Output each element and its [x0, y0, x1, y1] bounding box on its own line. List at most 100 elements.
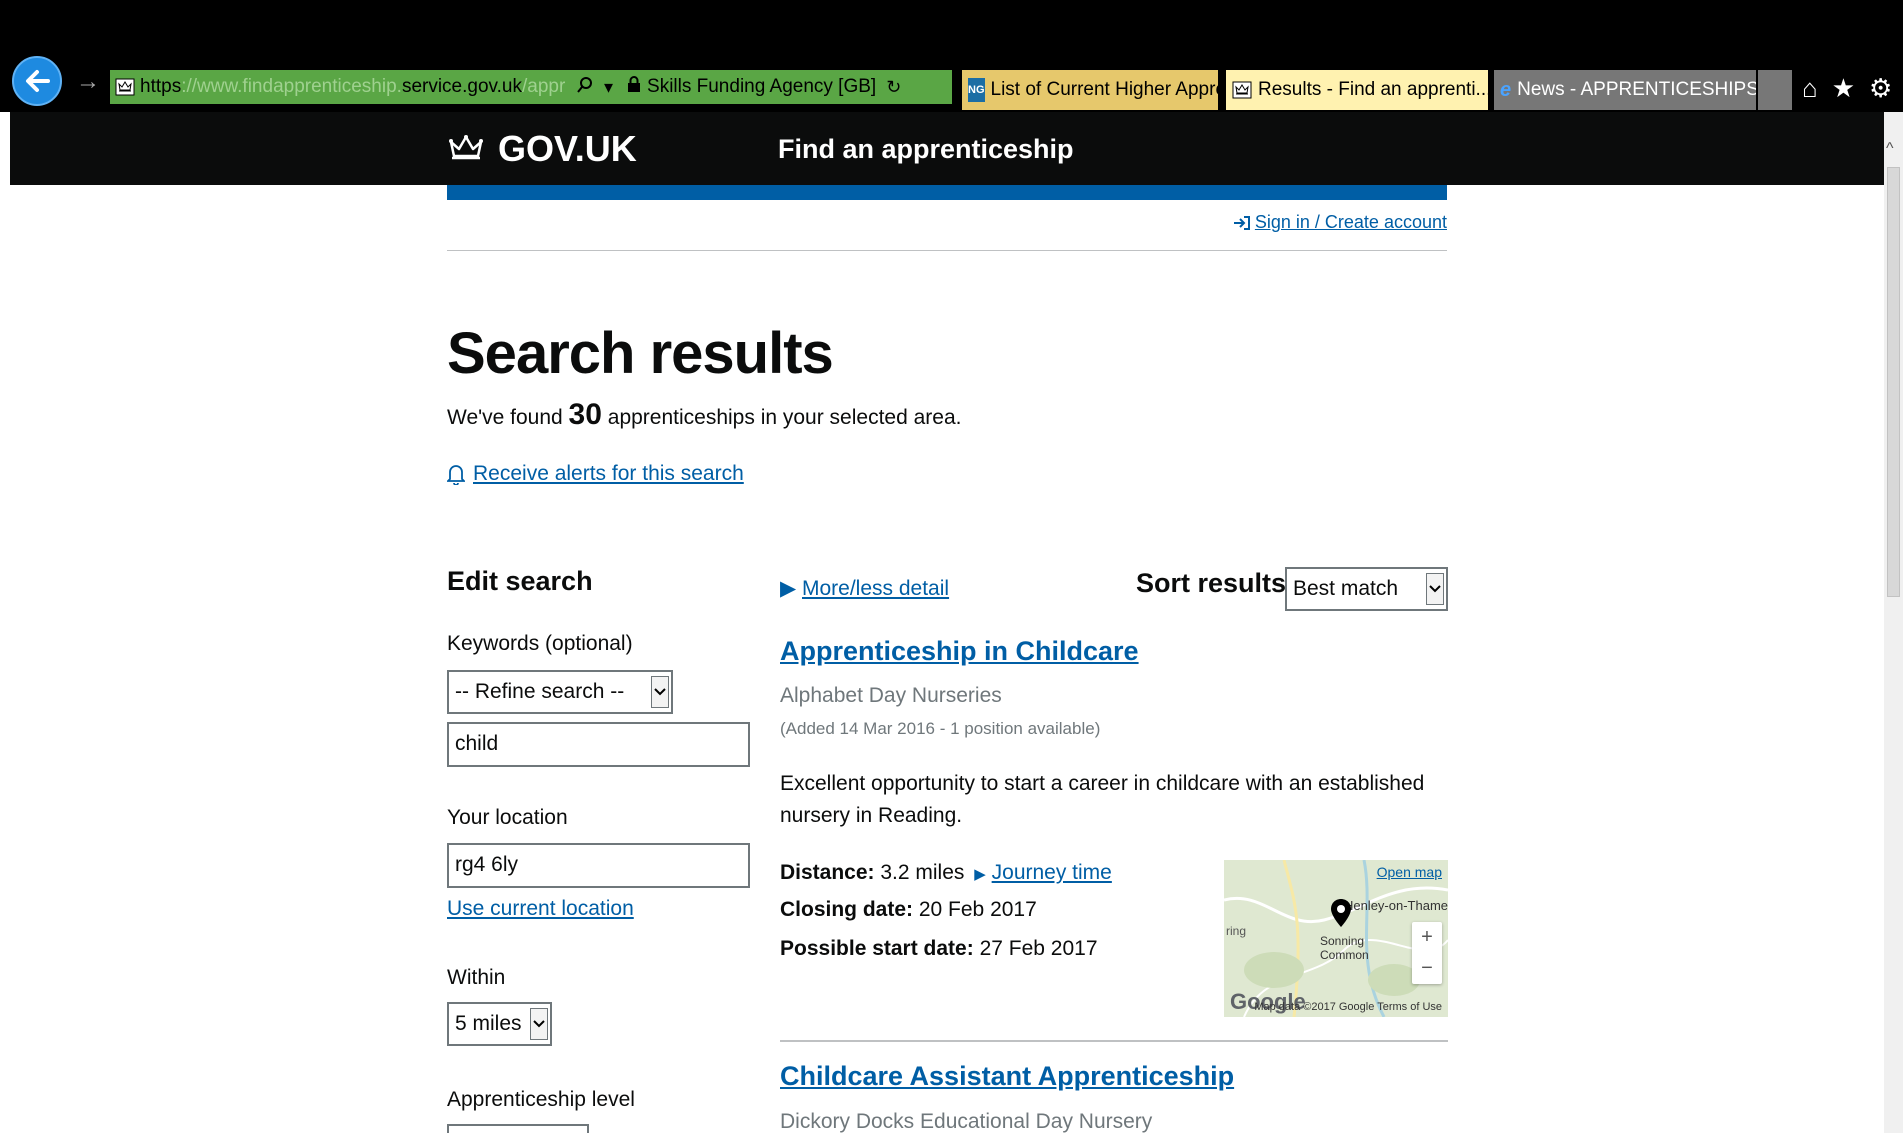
url-scheme: https [140, 76, 182, 97]
forward-button[interactable]: → [76, 70, 100, 94]
new-tab-button[interactable] [1758, 70, 1792, 110]
within-selected: 5 miles [455, 1012, 522, 1035]
found-count: 30 [568, 398, 602, 431]
result-map[interactable]: Open map Henley-on-Thame ring Sonning Com… [1224, 860, 1448, 1017]
map-attribution[interactable]: Map data ©2017 Google Terms of Use [1254, 1001, 1442, 1013]
edit-search-heading: Edit search [447, 566, 593, 596]
chevron-down-icon [1426, 573, 1444, 605]
level-label: Apprenticeship level [447, 1088, 635, 1111]
signin-link[interactable]: Sign in / Create account [1233, 212, 1447, 233]
open-map-link[interactable]: Open map [1377, 864, 1442, 880]
location-label: Your location [447, 806, 568, 829]
journey-time-link[interactable]: Journey time [992, 861, 1112, 884]
keywords-input[interactable]: child [447, 722, 750, 767]
url-host-prefix: ://www.findapprenticeship. [181, 76, 402, 97]
closing-value: 20 Feb 2017 [918, 898, 1037, 921]
crown-favicon-icon [114, 76, 136, 98]
map-town-label: Henley-on-Thame [1343, 898, 1448, 913]
distance-label: Distance: [780, 861, 875, 884]
govuk-logo[interactable]: GOV.UK [448, 128, 637, 170]
alerts-label: Receive alerts for this search [473, 462, 744, 485]
tab-news[interactable]: e News - APPRENTICESHIPS: D... [1494, 70, 1756, 110]
within-label: Within [447, 966, 506, 989]
map-edge-label: ring [1226, 924, 1247, 938]
service-name[interactable]: Find an apprenticeship [778, 134, 1074, 165]
lock-icon [627, 75, 641, 99]
result-divider [780, 1040, 1448, 1042]
result-meta: (Added 14 Mar 2016 - 1 position availabl… [780, 719, 1101, 738]
govuk-header: GOV.UK Find an apprenticeship [10, 112, 1884, 185]
expand-triangle-icon: ▶ [780, 577, 797, 600]
map-zoom-controls: + − [1412, 922, 1442, 984]
map-pin-icon [1330, 898, 1352, 933]
closing-label: Closing date: [780, 898, 914, 921]
settings-gear-icon[interactable]: ⚙ [1869, 73, 1892, 104]
vertical-scrollbar[interactable]: ^ [1884, 112, 1903, 1133]
tab-label: Results - Find an apprenti... [1258, 79, 1488, 100]
scroll-up-icon[interactable]: ^ [1886, 140, 1894, 158]
level-select[interactable] [447, 1124, 589, 1133]
result-closing-date: Closing date: 20 Feb 2017 [780, 898, 1037, 922]
logo-text: GOV.UK [498, 128, 637, 169]
back-arrow-icon [26, 70, 50, 92]
more-less-label: More/less detail [802, 577, 950, 600]
ie-favicon-icon: e [1500, 78, 1512, 101]
browser-chrome: → https ://www.findapprenticeship. servi… [0, 0, 1903, 112]
more-less-detail-link[interactable]: ▶ More/less detail [780, 576, 949, 601]
location-input[interactable]: rg4 6ly [447, 843, 750, 888]
ng-favicon-icon: NG [968, 78, 985, 102]
chevron-down-icon [651, 676, 669, 708]
back-button[interactable] [12, 56, 62, 106]
keywords-label: Keywords (optional) [447, 632, 633, 655]
result-title-link[interactable]: Apprenticeship in Childcare [780, 636, 1139, 667]
refine-selected: -- Refine search -- [455, 680, 625, 703]
map-area-line2: Common [1320, 948, 1369, 962]
refresh-icon[interactable]: ↻ [886, 77, 901, 98]
expand-triangle-icon: ▶ [974, 866, 986, 883]
tab-results-active[interactable]: Results - Find an apprenti... × [1226, 70, 1488, 110]
sort-select[interactable]: Best match [1285, 567, 1448, 611]
search-icon[interactable] [576, 76, 594, 99]
page-title: Search results [447, 321, 834, 386]
sort-heading: Sort results [1136, 568, 1287, 598]
certificate-label[interactable]: Skills Funding Agency [GB] [647, 76, 876, 98]
bell-icon [447, 465, 465, 485]
browser-toolbar-icons: ⌂ ★ ⚙ [1802, 70, 1902, 106]
result-employer: Alphabet Day Nurseries [780, 684, 1002, 707]
refine-search-select[interactable]: -- Refine search -- [447, 670, 673, 714]
url-path: /apprenticeships?Ap [521, 76, 566, 97]
use-current-location-link[interactable]: Use current location [447, 897, 634, 921]
tab-higher-apprenticeships[interactable]: NG List of Current Higher Appre... [962, 70, 1218, 110]
chevron-down-icon [530, 1008, 548, 1040]
found-suffix: apprenticeships in your selected area. [607, 406, 962, 429]
result-title-link[interactable]: Childcare Assistant Apprenticeship [780, 1061, 1234, 1092]
result-description: Excellent opportunity to start a career … [780, 772, 1425, 827]
zoom-out-icon[interactable]: − [1421, 957, 1433, 980]
address-bar[interactable]: https ://www.findapprenticeship. service… [110, 70, 952, 104]
result-employer: Dickory Docks Educational Day Nursery [780, 1110, 1153, 1133]
result-distance: Distance: 3.2 miles ▶ Journey time [780, 861, 1112, 885]
crown-icon [448, 134, 484, 164]
result-start-date: Possible start date: 27 Feb 2017 [780, 937, 1098, 961]
dropdown-arrow-icon[interactable]: ▾ [604, 77, 613, 98]
url-host-domain: service.gov.uk [401, 76, 522, 97]
zoom-in-icon[interactable]: + [1421, 926, 1433, 949]
map-area-line1: Sonning [1320, 934, 1365, 948]
govuk-favicon-icon [1232, 78, 1252, 102]
found-prefix: We've found [447, 406, 563, 429]
scrollbar-thumb[interactable] [1887, 167, 1900, 597]
header-accent-bar [447, 185, 1447, 200]
within-select[interactable]: 5 miles [447, 1002, 552, 1046]
results-count-text: We've found 30 apprenticeships in your s… [447, 398, 961, 432]
tab-label: News - APPRENTICESHIPS: D... [1517, 79, 1756, 100]
start-value: 27 Feb 2017 [979, 937, 1098, 960]
receive-alerts-link[interactable]: Receive alerts for this search [447, 462, 744, 486]
signin-arrow-icon [1233, 215, 1250, 230]
home-icon[interactable]: ⌂ [1802, 73, 1818, 104]
distance-value: 3.2 miles [880, 861, 965, 884]
favorites-star-icon[interactable]: ★ [1832, 73, 1855, 104]
signin-label: Sign in / Create account [1254, 212, 1447, 232]
screen: { "browser": { "address": { "scheme": "h… [0, 0, 1903, 1133]
tab-label: List of Current Higher Appre... [990, 79, 1219, 100]
map-area-label: Sonning Common [1320, 934, 1369, 962]
